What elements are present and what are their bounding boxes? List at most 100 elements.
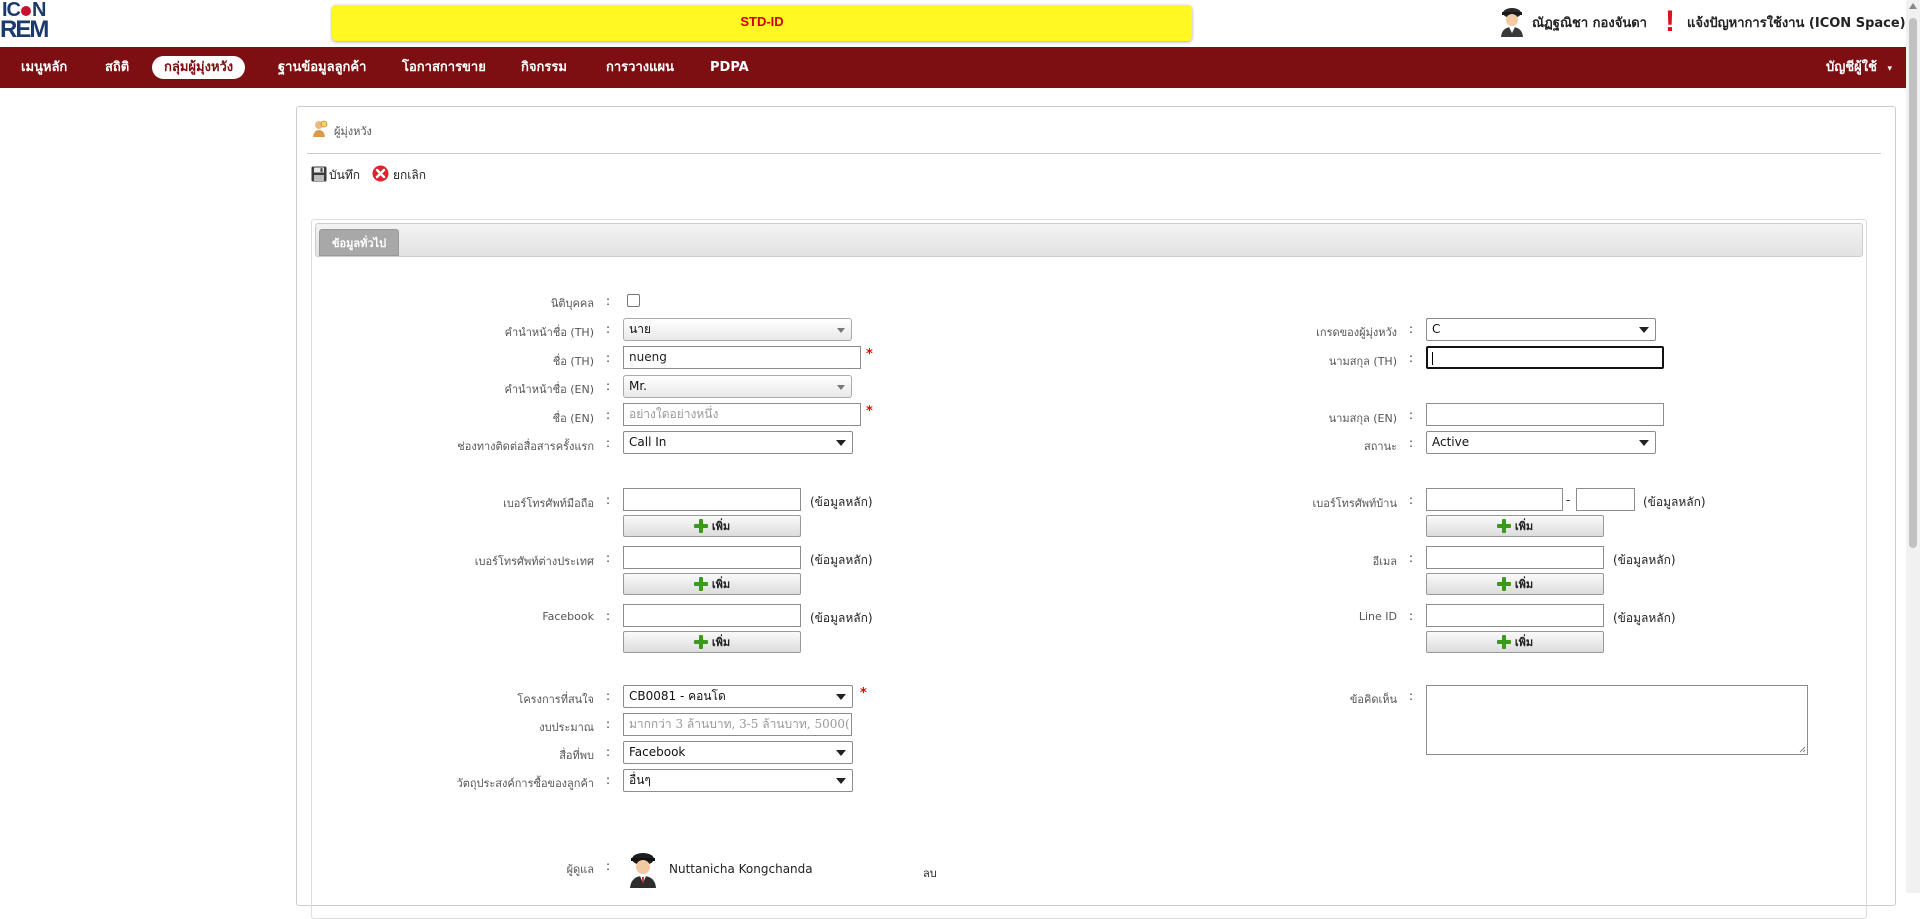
media-found-select[interactable]: Facebook xyxy=(623,741,853,764)
prefix-th-select[interactable]: นาย xyxy=(623,318,852,341)
nav-pdpa[interactable]: PDPA xyxy=(698,56,761,79)
icon-rem-logo[interactable]: IC N REM xyxy=(0,0,52,42)
add-email-button[interactable]: เพิ่ม xyxy=(1426,573,1604,595)
prefix-en-select[interactable]: Mr. xyxy=(623,375,852,398)
name-th-input[interactable]: nueng xyxy=(623,346,861,369)
colon: : xyxy=(606,859,611,873)
add-facebook-button[interactable]: เพิ่ม xyxy=(623,631,801,653)
user-menu[interactable]: ณัฏฐณิชา กองจันดา xyxy=(1498,8,1647,37)
juristic-checkbox[interactable] xyxy=(627,294,640,307)
exclamation-icon: ! xyxy=(1665,5,1675,38)
colon: : xyxy=(1409,408,1414,422)
cancel-label: ยกเลิก xyxy=(393,167,427,182)
add-label: เพิ่ม xyxy=(711,520,731,533)
primary-data-hint: (ข้อมูลหลัก) xyxy=(1613,611,1676,625)
tab-bar: ข้อมูลทั่วไป xyxy=(315,223,1863,257)
intl-phone-input[interactable] xyxy=(623,546,801,569)
first-contact-channel-select[interactable]: Call In xyxy=(623,431,853,454)
primary-data-hint: (ข้อมูลหลัก) xyxy=(1643,495,1706,509)
project-interest-label: โครงการที่สนใจ xyxy=(517,693,594,706)
owner-label: ผู้ดูแล xyxy=(566,863,594,876)
logo-text-bottom: REM xyxy=(0,16,49,43)
nav-planning[interactable]: การวางแผน xyxy=(594,56,686,79)
facebook-input[interactable] xyxy=(623,604,801,627)
mobile-phone-label: เบอร์โทรศัพท์มือถือ xyxy=(503,497,594,510)
phone-dash: - xyxy=(1566,493,1571,507)
primary-data-hint: (ข้อมูลหลัก) xyxy=(810,611,873,625)
purchase-purpose-label: วัตถุประสงค์การซื้อของลูกค้า xyxy=(456,777,594,790)
colon: : xyxy=(606,351,611,365)
save-button[interactable]: บันทึก xyxy=(311,166,360,185)
nav-customer-database[interactable]: ฐานข้อมูลลูกค้า xyxy=(266,56,378,79)
add-label: เพิ่ม xyxy=(1514,520,1534,533)
nav-prospect-group[interactable]: กลุ่มผู้มุ่งหวัง xyxy=(152,56,246,79)
floppy-disk-icon xyxy=(311,166,327,185)
delete-owner-link[interactable]: ลบ xyxy=(923,864,937,882)
cancel-button[interactable]: ยกเลิก xyxy=(372,165,426,185)
add-intl-phone-button[interactable]: เพิ่ม xyxy=(623,573,801,595)
page-scrollbar[interactable] xyxy=(1906,0,1920,893)
panel-title-text: ผู้มุ่งหวัง xyxy=(334,124,372,138)
status-select[interactable]: Active xyxy=(1426,431,1656,454)
surname-th-label: นามสกุล (TH) xyxy=(1328,355,1397,368)
std-id-banner: STD-ID xyxy=(332,5,1192,41)
colon: : xyxy=(1409,351,1414,365)
nav-activity[interactable]: กิจกรรม xyxy=(509,56,579,79)
facebook-label: Facebook xyxy=(542,610,594,623)
colon: : xyxy=(1409,609,1414,623)
mobile-phone-input[interactable] xyxy=(623,488,801,511)
colon: : xyxy=(606,745,611,759)
user-name: ณัฏฐณิชา กองจันดา xyxy=(1532,15,1647,31)
add-mobile-button[interactable]: เพิ่ม xyxy=(623,515,801,537)
email-input[interactable] xyxy=(1426,546,1604,569)
primary-data-hint: (ข้อมูลหลัก) xyxy=(810,495,873,509)
nav-account-menu[interactable]: บัญชีผู้ใช้ ▾ xyxy=(1826,56,1892,79)
prefix-th-label: คำนำหน้าชื่อ (TH) xyxy=(504,326,594,339)
colon: : xyxy=(606,493,611,507)
purchase-purpose-select[interactable]: อื่นๆ xyxy=(623,769,853,792)
prospect-grade-select[interactable]: C xyxy=(1426,318,1656,341)
line-id-input[interactable] xyxy=(1426,604,1604,627)
scroll-up-arrow-icon[interactable] xyxy=(1909,3,1917,9)
colon: : xyxy=(606,773,611,787)
colon: : xyxy=(1409,493,1414,507)
surname-en-input[interactable] xyxy=(1426,403,1664,426)
required-mark: * xyxy=(866,347,873,362)
colon: : xyxy=(1409,322,1414,336)
project-interest-select[interactable]: CB0081 - คอนโด xyxy=(623,685,853,708)
plus-icon xyxy=(693,519,708,533)
budget-label: งบประมาณ xyxy=(539,721,594,734)
panel-toolbar: บันทึก ยกเลิก xyxy=(311,165,438,185)
name-en-input[interactable]: อย่างใดอย่างหนึ่ง xyxy=(623,403,861,426)
nav-main-menu[interactable]: เมนูหลัก xyxy=(9,56,79,79)
colon: : xyxy=(606,436,611,450)
owner-name: Nuttanicha Kongchanda xyxy=(669,862,813,876)
surname-en-label: นามสกุล (EN) xyxy=(1328,412,1397,425)
top-bar: IC N REM STD-ID ณัฏฐณิชา กองจันดา ! แจ้งป… xyxy=(0,0,1920,47)
primary-data-hint: (ข้อมูลหลัก) xyxy=(810,553,873,567)
line-id-label: Line ID xyxy=(1358,610,1397,623)
home-phone-label: เบอร์โทรศัพท์บ้าน xyxy=(1312,497,1398,510)
plus-icon xyxy=(1496,635,1511,649)
surname-th-input[interactable] xyxy=(1426,346,1664,369)
home-phone-input[interactable] xyxy=(1426,488,1563,511)
budget-input[interactable]: มากกว่า 3 ล้านบาท, 3-5 ล้านบาท, 5000( xyxy=(623,713,852,736)
add-line-id-button[interactable]: เพิ่ม xyxy=(1426,631,1604,653)
report-issue-link[interactable]: ! แจ้งปัญหาการใช้งาน (ICON Space) xyxy=(1665,5,1906,38)
status-label: สถานะ xyxy=(1364,440,1397,453)
email-label: อีเมล xyxy=(1372,555,1397,568)
owner-avatar-icon xyxy=(627,852,659,891)
scroll-thumb[interactable] xyxy=(1909,18,1917,548)
comment-textarea[interactable] xyxy=(1426,685,1808,755)
panel-divider xyxy=(307,153,1881,154)
nav-sales-opportunity[interactable]: โอกาสการขาย xyxy=(390,56,498,79)
name-en-label: ชื่อ (EN) xyxy=(552,412,594,425)
resize-grip-icon[interactable] xyxy=(1798,745,1806,753)
tab-general-info[interactable]: ข้อมูลทั่วไป xyxy=(319,229,400,256)
home-phone-ext-input[interactable] xyxy=(1576,488,1635,511)
add-home-phone-button[interactable]: เพิ่ม xyxy=(1426,515,1604,537)
nav-statistics[interactable]: สถิติ xyxy=(93,56,141,79)
colon: : xyxy=(606,609,611,623)
colon: : xyxy=(1409,436,1414,450)
add-label: เพิ่ม xyxy=(1514,578,1534,591)
